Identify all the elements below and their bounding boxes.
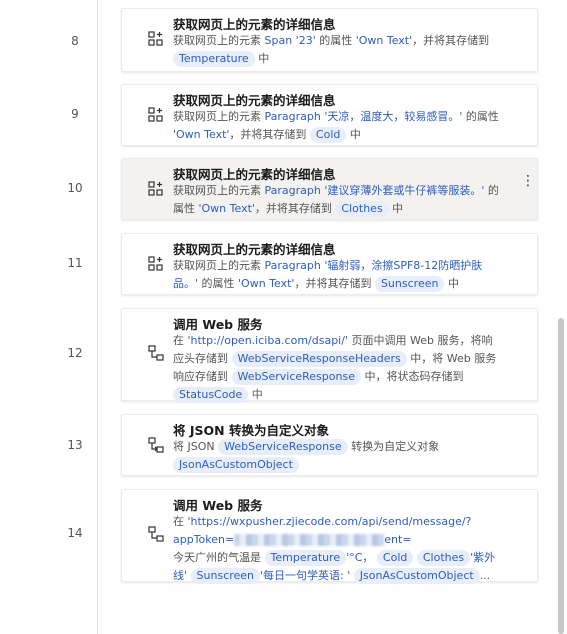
variable-token[interactable]: Cold	[376, 550, 414, 566]
step-number: 14	[67, 526, 83, 540]
step-number: 12	[67, 346, 83, 360]
action-description: 在 'https://wxpusher.zjiecode.com/api/sen…	[173, 513, 508, 585]
more-options-icon[interactable]: ⋮	[521, 174, 535, 188]
scrollbar-thumb[interactable]	[558, 318, 564, 634]
attribute-literal: 'Own Text'	[198, 202, 255, 215]
variable-token[interactable]: Sunscreen	[190, 568, 261, 584]
desc-text: 中，将状态码存储到	[364, 370, 464, 383]
action-title: 调用 Web 服务	[173, 317, 263, 332]
element-literal: Paragraph '天凉，温度大，较易感冒。'	[264, 110, 463, 123]
variable-token[interactable]: Temperature	[264, 550, 347, 566]
variable-token[interactable]: Clothes	[416, 550, 471, 566]
step-number: 8	[71, 34, 79, 48]
attribute-literal: 'Own Text'	[355, 34, 413, 47]
action-card-invoke-web-service[interactable]: 调用 Web 服务 在 'https://wxpusher.zjiecode.c…	[121, 489, 538, 585]
element-literal: Paragraph '建议穿薄外套或牛仔裤等服装。'	[264, 184, 485, 197]
action-title: 获取网页上的元素的详细信息	[173, 17, 336, 32]
web-service-icon	[148, 526, 164, 542]
element-details-icon	[148, 256, 163, 271]
desc-text: 中	[392, 202, 404, 215]
step-number: 13	[67, 438, 83, 452]
variable-token[interactable]: Sunscreen	[374, 276, 445, 292]
desc-text: 的属性	[315, 34, 356, 47]
action-title: 将 JSON 转换为自定义对象	[173, 423, 329, 438]
action-description: 获取网页上的元素 Span '23' 的属性 'Own Text'，并将其存储到…	[173, 32, 503, 68]
step-number: 9	[71, 107, 79, 121]
desc-text: 在	[173, 334, 188, 347]
action-title: 获取网页上的元素的详细信息	[173, 93, 336, 108]
desc-text: 今天广州的气温是	[173, 551, 261, 564]
url-literal: 'http://open.iciba.com/dsapi/'	[187, 334, 348, 347]
action-title: 调用 Web 服务	[173, 498, 263, 513]
action-description: 将 JSON WebServiceResponse 转换为自定义对象 JsonA…	[173, 438, 503, 474]
action-card-get-element-details-selected[interactable]: 获取网页上的元素的详细信息 获取网页上的元素 Paragraph '建议穿薄外套…	[121, 158, 538, 220]
variable-token[interactable]: Temperature	[173, 51, 255, 67]
variable-token[interactable]: WebServiceResponseHeaders	[231, 351, 407, 367]
desc-text: ，并将其存储到	[254, 202, 332, 215]
element-details-icon	[148, 31, 163, 46]
desc-text: 中	[251, 388, 263, 401]
action-card-get-element-details[interactable]: 获取网页上的元素的详细信息 获取网页上的元素 Paragraph '辐射弱，涂擦…	[121, 233, 538, 295]
step-number: 11	[67, 256, 83, 270]
desc-text: 将 JSON	[173, 440, 215, 453]
action-title: 获取网页上的元素的详细信息	[173, 242, 336, 257]
url-literal: ent=	[384, 533, 412, 546]
url-literal: 'https://wxpusher.zjiecode.com/api/send/…	[187, 515, 472, 528]
attribute-literal: 'Own Text'	[238, 277, 295, 290]
json-convert-icon	[148, 437, 164, 453]
action-description: 获取网页上的元素 Paragraph '辐射弱，涂擦SPF8-12防晒护肤品。'…	[173, 257, 503, 293]
step-number: 10	[67, 181, 83, 195]
action-description: 在 'http://open.iciba.com/dsapi/' 页面中调用 W…	[173, 332, 503, 404]
action-card-get-element-details[interactable]: 获取网页上的元素的详细信息 获取网页上的元素 Paragraph '天凉，温度大…	[121, 84, 538, 146]
attribute-literal: 'Own Text'	[173, 128, 230, 141]
action-card-get-element-details[interactable]: 获取网页上的元素的详细信息 获取网页上的元素 Span '23' 的属性 'Ow…	[121, 8, 538, 72]
variable-token[interactable]: Cold	[309, 127, 347, 143]
web-service-icon	[148, 345, 164, 361]
desc-text: 获取网页上的元素	[173, 110, 265, 123]
element-details-icon	[148, 107, 163, 122]
desc-text: 在	[173, 515, 188, 528]
action-description: 获取网页上的元素 Paragraph '天凉，温度大，较易感冒。' 的属性 'O…	[173, 108, 503, 144]
element-literal: Span '23'	[264, 34, 316, 47]
action-title: 获取网页上的元素的详细信息	[173, 167, 336, 182]
redacted-token	[234, 534, 385, 546]
desc-text: 中	[258, 52, 270, 65]
variable-token[interactable]: WebServiceResponse	[218, 439, 348, 455]
url-literal: appToken=	[173, 533, 235, 546]
desc-text: ，并将其存储到	[229, 128, 307, 141]
desc-text: 获取网页上的元素	[173, 259, 265, 272]
desc-text: 的属性	[462, 110, 499, 123]
desc-text: ，并将其存储到	[412, 34, 490, 47]
variable-token[interactable]: Clothes	[335, 201, 389, 217]
desc-text: 的属性	[198, 277, 239, 290]
text-literal: '°C，	[346, 551, 374, 564]
desc-text: 中	[349, 128, 361, 141]
element-details-icon	[148, 181, 163, 196]
action-card-invoke-web-service[interactable]: 调用 Web 服务 在 'http://open.iciba.com/dsapi…	[121, 308, 538, 404]
variable-token[interactable]: WebServiceResponse	[231, 369, 361, 385]
text-literal: '每日一句学英语: '	[260, 569, 351, 582]
desc-text: 获取网页上的元素	[173, 184, 265, 197]
action-card-json-to-custom-object[interactable]: 将 JSON 转换为自定义对象 将 JSON WebServiceRespons…	[121, 414, 538, 476]
desc-text: ，并将其存储到	[294, 277, 372, 290]
desc-text: ...	[479, 569, 491, 582]
variable-token[interactable]: JsonAsCustomObject	[353, 568, 480, 584]
variable-token[interactable]: StatusCode	[173, 387, 249, 403]
desc-text: 获取网页上的元素	[173, 34, 265, 47]
scrollbar[interactable]	[553, 0, 567, 634]
variable-token[interactable]: JsonAsCustomObject	[173, 457, 299, 473]
desc-text: 转换为自定义对象	[351, 440, 440, 453]
action-description: 获取网页上的元素 Paragraph '建议穿薄外套或牛仔裤等服装。' 的属性 …	[173, 182, 503, 218]
desc-text: 中	[447, 277, 459, 290]
